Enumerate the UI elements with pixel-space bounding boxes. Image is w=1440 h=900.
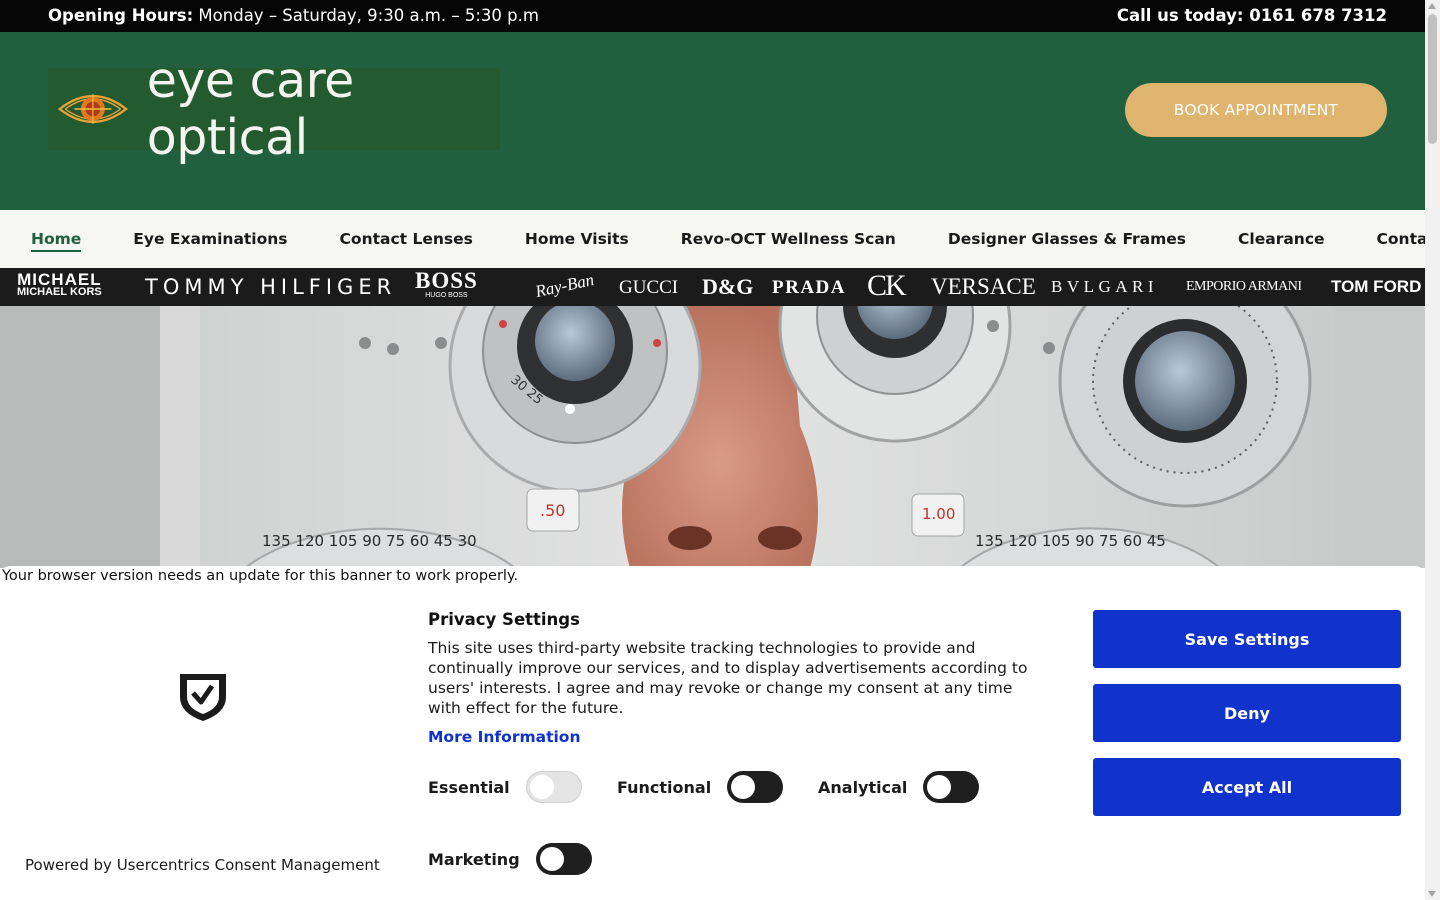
nav-item-designer-glasses[interactable]: Designer Glasses & Frames <box>948 230 1186 252</box>
brand-ck: CK <box>867 269 907 302</box>
brand-dg: D&G <box>702 274 754 299</box>
brand-emporio-armani: EMPORIO ARMANI <box>1186 279 1302 294</box>
brand-boss: BOSS HUGO BOSS <box>415 269 478 306</box>
privacy-settings-title: Privacy Settings <box>428 610 580 629</box>
nav-item-revo-oct[interactable]: Revo-OCT Wellness Scan <box>681 230 896 252</box>
functional-switch[interactable] <box>727 771 784 803</box>
site-header: eye care optical BOOK APPOINTMENT <box>0 32 1425 210</box>
powered-by-usercentrics[interactable]: Powered by Usercentrics Consent Manageme… <box>25 856 380 874</box>
opening-hours: Opening Hours: Monday – Saturday, 9:30 a… <box>48 6 539 25</box>
phone-number[interactable]: Call us today: 0161 678 7312 <box>1117 6 1387 25</box>
privacy-settings-body: This site uses third-party website track… <box>428 639 1028 717</box>
brand-logo-strip: MICHAEL MICHAEL KORS TOMMY HILFIGER BOSS… <box>0 268 1425 306</box>
brand-michael-kors: MICHAEL MICHAEL KORS <box>17 270 102 299</box>
brand-versace: VERSACE <box>931 274 1036 299</box>
nav-item-eye-examinations[interactable]: Eye Examinations <box>133 230 287 252</box>
nav-item-contact-lenses[interactable]: Contact Lenses <box>340 230 473 252</box>
toggle-functional: Functional <box>617 771 784 803</box>
scale-left: 135 120 105 90 75 60 45 30 <box>262 532 477 550</box>
dial-window-left: .50 <box>540 501 565 520</box>
dial-window-right: 1.00 <box>922 505 955 523</box>
page-scrollbar[interactable] <box>1425 0 1440 900</box>
accept-all-button[interactable]: Accept All <box>1093 758 1401 816</box>
main-nav: Home Eye Examinations Contact Lenses Hom… <box>0 210 1440 268</box>
toggle-analytical: Analytical <box>818 771 980 803</box>
scroll-up-arrow-icon[interactable] <box>1428 3 1436 9</box>
consent-banner: Powered by Usercentrics Consent Manageme… <box>0 566 1425 900</box>
save-settings-button[interactable]: Save Settings <box>1093 610 1401 668</box>
brand-gucci: GUCCI <box>619 277 679 298</box>
browser-update-warning: Your browser version needs an update for… <box>2 568 519 584</box>
deny-button[interactable]: Deny <box>1093 684 1401 742</box>
logo-text: eye care optical <box>146 52 355 166</box>
essential-switch <box>525 771 582 803</box>
opening-hours-value: Monday – Saturday, 9:30 a.m. – 5:30 p.m <box>193 6 539 25</box>
shield-check-icon <box>180 674 226 721</box>
brand-prada: PRADA <box>772 277 846 298</box>
toggle-functional-label: Functional <box>617 777 712 797</box>
toggle-analytical-label: Analytical <box>818 777 908 797</box>
scroll-down-arrow-icon[interactable] <box>1428 891 1436 897</box>
brand-tom-ford: TOM FORD <box>1331 277 1422 296</box>
brand-tommy-hilfiger: TOMMY HILFIGER <box>145 275 397 299</box>
scrollbar-thumb[interactable] <box>1428 14 1437 144</box>
opening-hours-label: Opening Hours: <box>48 6 194 25</box>
brand-michael-kors-bottom: MICHAEL KORS <box>17 286 102 298</box>
brand-bvlgari: BVLGARI <box>1051 277 1159 296</box>
site-logo[interactable]: eye care optical <box>48 52 500 166</box>
toggle-marketing-label: Marketing <box>428 849 520 869</box>
marketing-switch[interactable] <box>535 843 592 875</box>
hero-image-phoropter: 30 25 135 120 105 90 75 60 45 30 135 120… <box>0 306 1425 568</box>
eye-icon <box>57 94 128 124</box>
scale-right: 135 120 105 90 75 60 45 <box>975 532 1166 550</box>
nav-item-home[interactable]: Home <box>31 230 82 252</box>
analytical-switch[interactable] <box>923 771 980 803</box>
nav-item-clearance[interactable]: Clearance <box>1238 230 1325 252</box>
nav-item-home-visits[interactable]: Home Visits <box>525 230 629 252</box>
more-information-link[interactable]: More Information <box>428 728 580 746</box>
toggle-essential-label: Essential <box>428 777 510 797</box>
toggle-essential: Essential <box>428 771 582 803</box>
brand-rayban: Ray-Ban <box>533 270 596 301</box>
book-appointment-button[interactable]: BOOK APPOINTMENT <box>1125 83 1387 137</box>
brand-michael-kors-top: MICHAEL <box>17 270 102 289</box>
phoropter-illustration: 30 25 135 120 105 90 75 60 45 30 135 120… <box>0 306 1425 568</box>
top-info-bar: Opening Hours: Monday – Saturday, 9:30 a… <box>0 0 1425 32</box>
toggle-marketing: Marketing <box>428 843 592 875</box>
